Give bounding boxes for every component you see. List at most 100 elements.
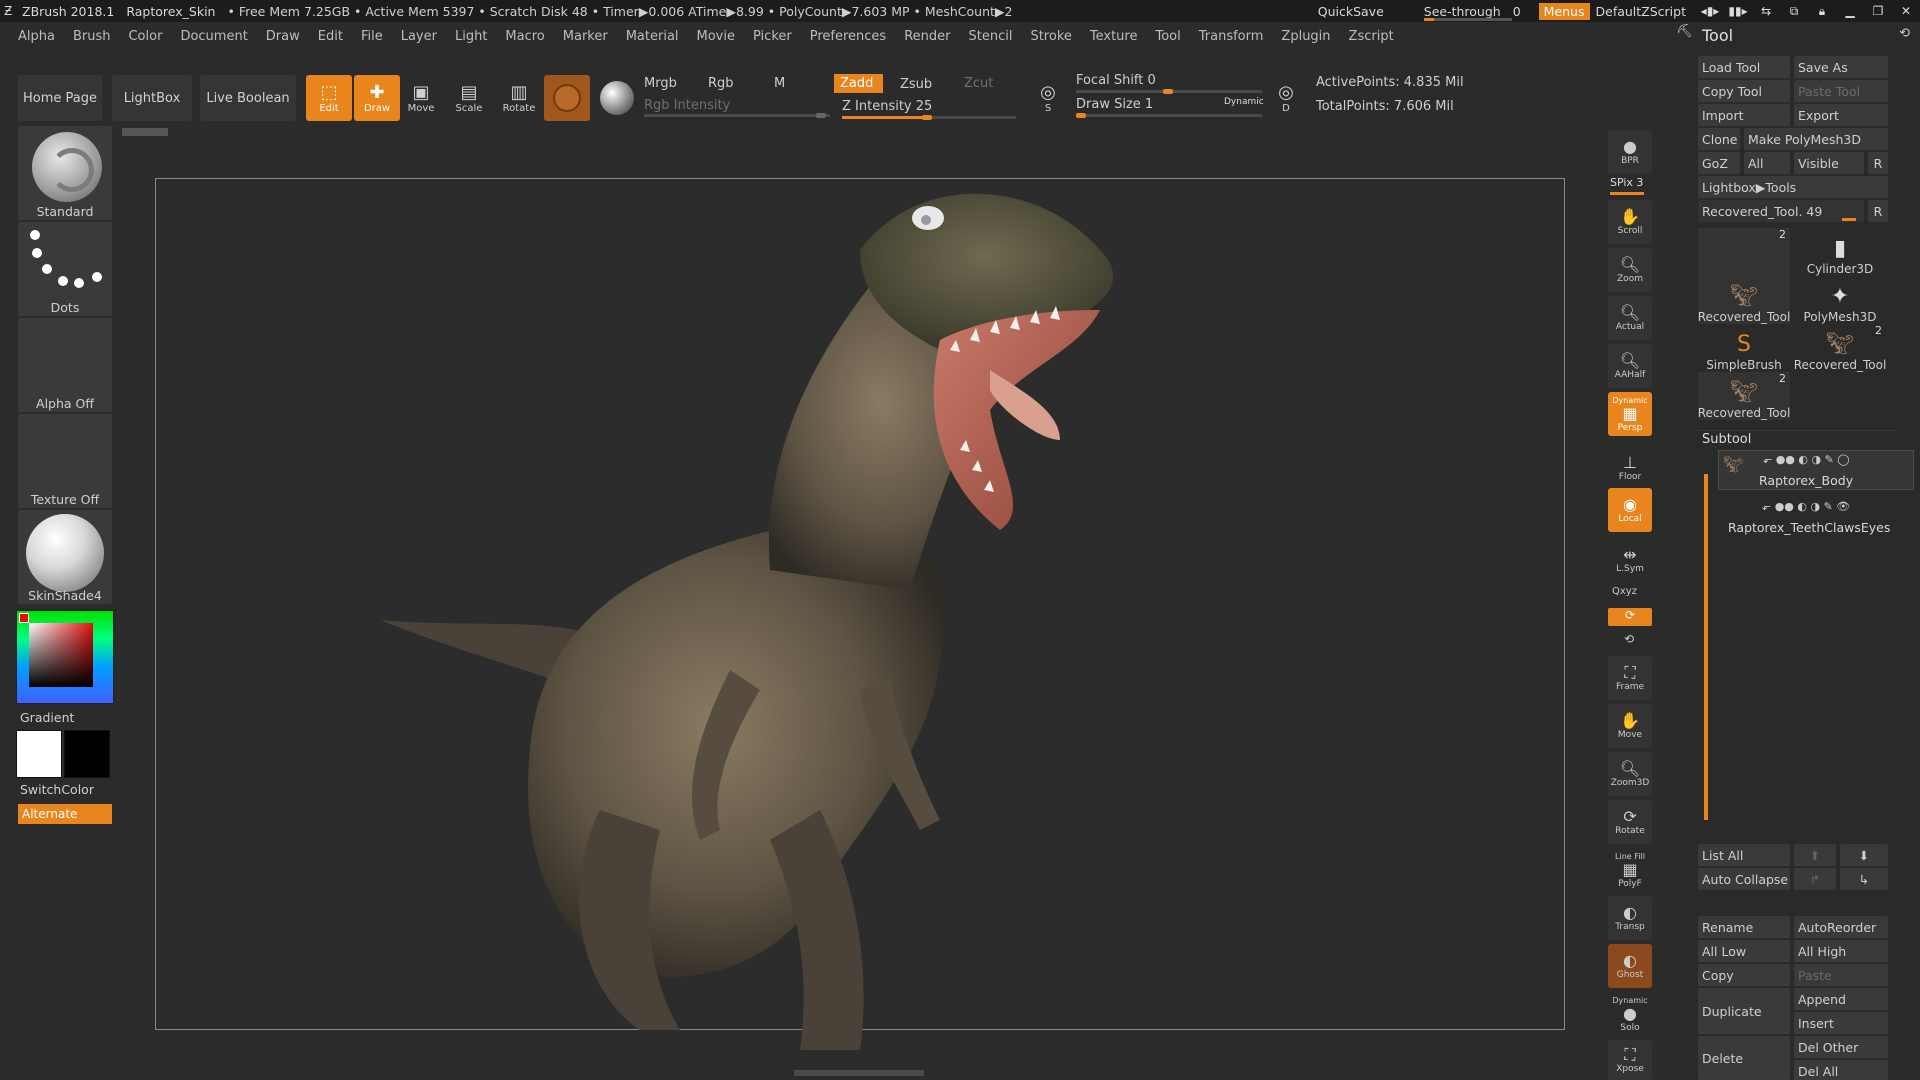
subtool-raptorex-teeth[interactable]: ⬐ ●● ◐ ◑ ✎ 👁︎ Raptorex_TeethClawsEyes [1718, 500, 1914, 540]
subtool-move-up-icon[interactable]: ↱ [1794, 868, 1836, 890]
close-icon[interactable]: ✕ [1892, 4, 1920, 18]
menu-preferences[interactable]: Preferences [810, 29, 886, 44]
subtool-header[interactable]: Subtool [1702, 432, 1751, 447]
ui-layout-icon[interactable]: ▮▮▸ [1724, 4, 1752, 18]
lazy-mouse-d-button[interactable]: ◎ D [1268, 75, 1304, 121]
move-mode-button[interactable]: ▣ Move [398, 75, 444, 121]
load-tool-button[interactable]: Load Tool [1698, 56, 1790, 78]
subtool-visibility-icons[interactable]: ⬐ ●● ◐ ◑ ✎ ◯ [1763, 453, 1850, 466]
gradient-label[interactable]: Gradient [18, 710, 112, 725]
rgb-button[interactable]: Rgb [708, 76, 734, 91]
rename-button[interactable]: Rename [1698, 916, 1790, 938]
layout-swap-icon[interactable]: ⇆ [1752, 4, 1780, 18]
see-through-slider[interactable]: See-through 0 [1423, 4, 1521, 21]
import-button[interactable]: Import [1698, 104, 1790, 126]
copy-tool-button[interactable]: Copy Tool [1698, 80, 1790, 102]
list-all-button[interactable]: List All [1698, 844, 1790, 866]
rgb-intensity-slider[interactable]: Rgb Intensity [644, 98, 730, 113]
subtool-raptorex-body[interactable]: 🦖︎ ⬐ ●● ◐ ◑ ✎ ◯ Raptorex_Body [1718, 450, 1914, 490]
tool-thumb-recovered-2[interactable]: 2 🦖︎ Recovered_Tool [1794, 324, 1887, 372]
lightbox-tools-button[interactable]: Lightbox▶Tools [1698, 176, 1888, 198]
color-sphere-icon[interactable] [600, 81, 634, 115]
menu-file[interactable]: File [361, 29, 383, 44]
canvas-scroll-handle[interactable] [122, 128, 168, 136]
tool-panel-reset-icon[interactable]: ⟲ [1899, 26, 1910, 41]
current-tool-slider[interactable]: Recovered_Tool. 49 [1698, 200, 1864, 222]
tool-thumb-recovered-1[interactable]: 2 🦖︎ Recovered_Tool [1698, 228, 1790, 324]
del-other-button[interactable]: Del Other [1794, 1036, 1888, 1058]
tool-thumb-cylinder3d[interactable]: ▮ Cylinder3D [1794, 228, 1886, 276]
menu-zscript[interactable]: Zscript [1349, 29, 1394, 44]
tool-thumb-recovered-3[interactable]: 2 🦖︎ Recovered_Tool [1698, 372, 1790, 420]
floor-button[interactable]: ⊥ Floor [1608, 446, 1652, 490]
polyf-button[interactable]: Line Fill ▦ PolyF [1608, 848, 1652, 892]
duplicate-button[interactable]: Duplicate [1698, 988, 1790, 1034]
subtool-scrollbar[interactable] [1704, 474, 1708, 820]
menu-marker[interactable]: Marker [563, 29, 608, 44]
save-as-button[interactable]: Save As [1794, 56, 1888, 78]
z-intensity-knob[interactable] [922, 115, 932, 120]
menu-stroke[interactable]: Stroke [1030, 29, 1071, 44]
main-color-swatch[interactable] [19, 613, 29, 623]
scale-mode-button[interactable]: ▤ Scale [446, 75, 492, 121]
menu-color[interactable]: Color [128, 29, 162, 44]
minimize-icon[interactable]: ▁ [1836, 4, 1864, 18]
rotate-axis-button[interactable]: ⟳ [1608, 608, 1652, 626]
tool-thumb-polymesh3d[interactable]: ✦ PolyMesh3D [1794, 276, 1886, 324]
quicksave-button[interactable]: QuickSave [1318, 4, 1384, 19]
menu-material[interactable]: Material [626, 29, 679, 44]
edit-mode-button[interactable]: ⬚ Edit [306, 75, 352, 121]
local-button[interactable]: ◉ Local [1608, 488, 1652, 532]
primary-color-swatch[interactable] [16, 730, 62, 778]
subtool-move-down-icon[interactable]: ↳ [1840, 868, 1888, 890]
xpose-button[interactable]: ⛶ Xpose [1608, 1040, 1652, 1080]
zcut-button[interactable]: Zcut [964, 76, 993, 91]
draw-size-knob[interactable] [1076, 113, 1086, 118]
secondary-color-swatch[interactable] [64, 730, 110, 778]
move-view-button[interactable]: ✋ Move [1608, 704, 1652, 748]
all-low-button[interactable]: All Low [1698, 940, 1790, 962]
focal-shift-knob[interactable] [1163, 89, 1173, 94]
rotate-mode-button[interactable]: ▥ Rotate [496, 75, 542, 121]
rotate-axis-alt-icon[interactable]: ⟲ [1624, 632, 1634, 646]
actual-button[interactable]: 🔍︎ Actual [1608, 296, 1652, 340]
ui-toggle-icon[interactable]: ◂▮▸ [1696, 4, 1724, 18]
ghost-button[interactable]: ◐ Ghost [1608, 944, 1652, 988]
paste-tool-button[interactable]: Paste Tool [1794, 80, 1888, 102]
m-button[interactable]: M [774, 76, 785, 91]
zsub-button[interactable]: Zsub [900, 77, 932, 92]
rgb-intensity-knob[interactable] [816, 113, 826, 118]
paste-subtool-button[interactable]: Paste [1794, 964, 1888, 986]
bpr-button[interactable]: ● BPR [1608, 130, 1652, 174]
goz-all-button[interactable]: All [1744, 152, 1790, 174]
menu-tool[interactable]: Tool [1155, 29, 1180, 44]
delete-button[interactable]: Delete [1698, 1036, 1790, 1080]
menu-light[interactable]: Light [455, 29, 487, 44]
draw-size-slider[interactable]: Draw Size 1 [1076, 97, 1153, 112]
menu-macro[interactable]: Macro [505, 29, 544, 44]
spix-track[interactable] [1610, 192, 1644, 195]
subtool-up-arrow-icon[interactable]: ⬆ [1794, 844, 1836, 866]
rotate-view-button[interactable]: ⟳ Rotate [1608, 800, 1652, 844]
switchcolor-button[interactable]: SwitchColor [18, 782, 112, 797]
goz-visible-button[interactable]: Visible [1794, 152, 1864, 174]
autoreorder-button[interactable]: AutoReorder [1794, 916, 1888, 938]
canvas-bottom-scroll[interactable] [794, 1070, 924, 1076]
raptor-model[interactable] [300, 190, 1300, 1060]
layout-window-icon[interactable]: ⧉ [1780, 4, 1808, 19]
solo-button[interactable]: Dynamic ● Solo [1608, 992, 1652, 1036]
menu-texture[interactable]: Texture [1090, 29, 1138, 44]
goz-button[interactable]: GoZ [1698, 152, 1740, 174]
del-all-button[interactable]: Del All [1794, 1060, 1888, 1080]
menu-stencil[interactable]: Stencil [968, 29, 1012, 44]
material-swatch-button[interactable] [544, 75, 590, 121]
menu-edit[interactable]: Edit [318, 29, 343, 44]
lazy-mouse-s-button[interactable]: ◎ S [1030, 75, 1066, 121]
zadd-button[interactable]: Zadd [834, 74, 884, 93]
menu-alpha[interactable]: Alpha [18, 29, 55, 44]
home-page-button[interactable]: Home Page [18, 75, 102, 121]
current-tool-slider-knob[interactable] [1842, 218, 1856, 221]
menu-movie[interactable]: Movie [697, 29, 735, 44]
dynamic-draw-size-toggle[interactable]: Dynamic [1224, 97, 1264, 107]
restore-icon[interactable]: ❐ [1864, 4, 1892, 18]
